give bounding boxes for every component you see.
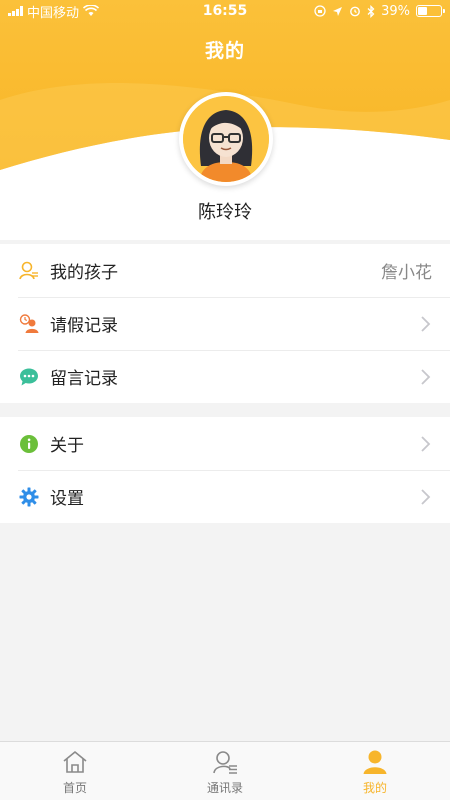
profile-icon — [361, 748, 389, 776]
alarm-icon — [350, 6, 360, 17]
message-icon — [18, 366, 40, 388]
menu-group-primary: 我的孩子 詹小花 请假记录 留言记录 — [0, 244, 450, 403]
tab-label: 首页 — [62, 781, 87, 795]
chevron-right-icon — [421, 368, 431, 385]
contacts-icon — [211, 748, 239, 776]
battery-percent: 39% — [381, 3, 410, 19]
child-icon — [18, 260, 40, 282]
menu-item-leave-records[interactable]: 请假记录 — [0, 297, 450, 350]
child-name-value: 詹小花 — [381, 263, 432, 283]
gear-icon — [18, 486, 40, 508]
menu-item-label: 设置 — [50, 489, 84, 509]
battery-icon — [416, 5, 445, 17]
carrier-label: 中国移动 — [27, 5, 80, 21]
tab-contacts[interactable]: 通讯录 — [150, 742, 300, 800]
menu-item-settings[interactable]: 设置 — [0, 470, 450, 523]
menu-item-label: 我的孩子 — [50, 263, 118, 283]
menu-item-message-records[interactable]: 留言记录 — [0, 350, 450, 403]
menu-item-label: 关于 — [50, 436, 84, 456]
menu-item-about[interactable]: 关于 — [0, 417, 450, 470]
avatar[interactable] — [179, 92, 273, 186]
chevron-right-icon — [421, 435, 431, 452]
menu-item-label: 留言记录 — [50, 369, 118, 389]
tab-profile[interactable]: 我的 — [300, 742, 450, 800]
home-icon — [61, 748, 89, 776]
bluetooth-icon — [367, 4, 375, 18]
menu-group-secondary: 关于 设置 — [0, 417, 450, 523]
chevron-right-icon — [421, 488, 431, 505]
wifi-icon — [83, 5, 100, 16]
info-icon — [18, 433, 40, 455]
status-bar: 中国移动 16:55 39% — [0, 0, 450, 22]
signal-icon — [8, 6, 23, 16]
leave-record-icon — [18, 313, 40, 335]
chevron-right-icon — [421, 315, 431, 332]
rotation-lock-icon — [314, 5, 326, 17]
avatar-illustration — [183, 96, 269, 182]
page-title: 我的 — [204, 40, 245, 62]
tab-label: 通讯录 — [206, 781, 243, 795]
location-icon — [333, 6, 343, 16]
profile-header: 中国移动 16:55 39% 我的 陈玲玲 — [0, 0, 450, 240]
bottom-tab-bar: 首页 通讯录 我的 — [0, 741, 450, 800]
tab-home[interactable]: 首页 — [0, 742, 150, 800]
user-name: 陈玲玲 — [198, 202, 252, 223]
tab-label: 我的 — [362, 781, 387, 795]
menu-item-my-child[interactable]: 我的孩子 詹小花 — [0, 244, 450, 297]
menu-item-label: 请假记录 — [50, 316, 118, 336]
